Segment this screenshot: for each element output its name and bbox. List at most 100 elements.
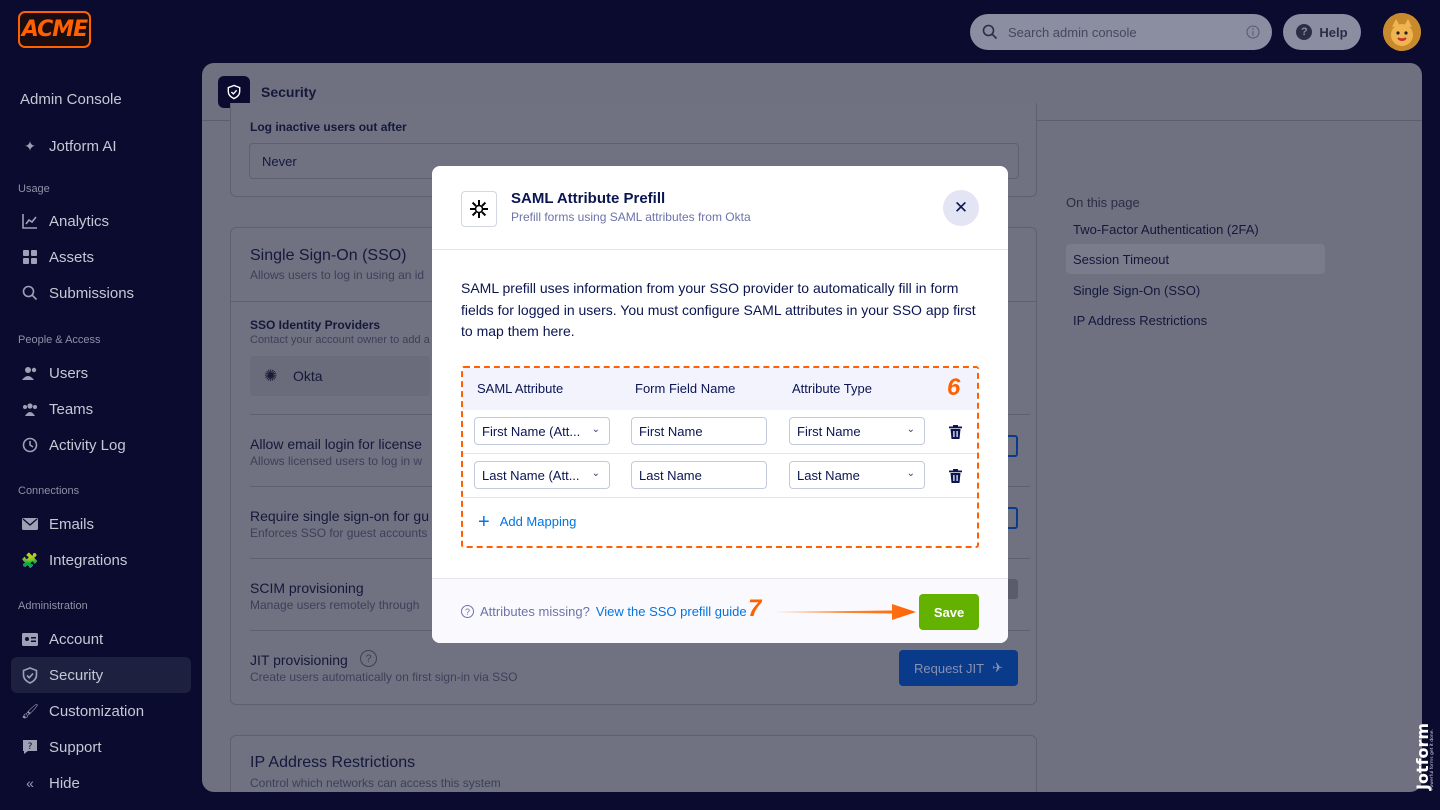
sidebar-item-analytics[interactable]: Analytics xyxy=(11,203,191,239)
sidebar-item-customization[interactable]: 🖌 Customization xyxy=(11,693,191,729)
page-title: Security xyxy=(261,83,317,100)
svg-text:?: ? xyxy=(28,742,33,752)
email-login-sub: Allows licensed users to log in w xyxy=(250,454,423,468)
column-attribute-type: Attribute Type xyxy=(792,381,872,396)
column-form-field-name: Form Field Name xyxy=(635,381,736,396)
attribute-type-select[interactable]: Last Name ⌄ xyxy=(789,461,925,489)
svg-text:Powerful forms get it done.: Powerful forms get it done. xyxy=(1429,729,1434,790)
add-mapping-button[interactable]: + Add Mapping xyxy=(478,510,576,533)
search-bar[interactable]: Search admin console xyxy=(970,14,1272,50)
send-icon: ✈ xyxy=(992,660,1003,675)
chevron-down-icon: ⌄ xyxy=(906,468,915,479)
sidebar-section-administration: Administration xyxy=(18,600,88,612)
okta-icon xyxy=(461,191,497,227)
sidebar-item-integrations[interactable]: 🧩 Integrations xyxy=(11,542,191,578)
help-chat-icon: ? xyxy=(21,738,39,756)
trash-icon[interactable] xyxy=(949,425,962,439)
table-row: First Name (Att... ⌄ First Name First Nam… xyxy=(463,410,977,454)
chevron-down-icon: ⌄ xyxy=(591,468,600,479)
saml-attribute-select[interactable]: Last Name (Att... ⌄ xyxy=(474,461,610,489)
modal-footer: ? Attributes missing? View the SSO prefi… xyxy=(432,578,1008,643)
sidebar-item-users[interactable]: Users xyxy=(11,355,191,391)
require-sso-sub: Enforces SSO for guest accounts xyxy=(250,526,428,540)
mapping-table: SAML Attribute Form Field Name Attribute… xyxy=(461,366,979,548)
on-this-page-link-ip[interactable]: IP Address Restrictions xyxy=(1073,313,1207,328)
sidebar-item-emails[interactable]: Emails xyxy=(11,506,191,542)
sidebar-item-account[interactable]: Account xyxy=(11,621,191,657)
search-input[interactable]: Search admin console xyxy=(1008,25,1246,40)
modal-title: SAML Attribute Prefill xyxy=(511,190,666,207)
okta-icon: ✺ xyxy=(264,368,278,385)
modal-header: SAML Attribute Prefill Prefill forms usi… xyxy=(432,166,1008,250)
plus-icon: + xyxy=(478,510,490,533)
on-this-page-heading: On this page xyxy=(1066,195,1140,210)
sso-providers-label: SSO Identity Providers xyxy=(250,318,381,332)
sidebar-section-people: People & Access xyxy=(18,334,101,346)
sidebar-item-support[interactable]: ? Support xyxy=(11,729,191,765)
saml-prefill-modal: SAML Attribute Prefill Prefill forms usi… xyxy=(432,166,1008,643)
question-icon: ? xyxy=(1296,24,1313,40)
email-login-title: Allow email login for license xyxy=(250,436,422,452)
form-field-input[interactable]: Last Name xyxy=(631,461,767,489)
avatar[interactable] xyxy=(1383,13,1421,51)
okta-provider-row[interactable]: ✺ Okta xyxy=(250,356,430,396)
double-chevron-left-icon: « xyxy=(26,775,34,791)
require-sso-title: Require single sign-on for gu xyxy=(250,508,429,524)
sidebar-hide-button[interactable]: « Hide xyxy=(11,765,191,801)
help-label: Help xyxy=(1319,24,1348,40)
sparkle-icon: ✦ xyxy=(24,137,36,154)
jit-title: JIT provisioning xyxy=(250,652,348,668)
jotform-watermark: Jotform Powerful forms get it done. xyxy=(1410,690,1435,795)
sidebar-section-usage: Usage xyxy=(18,183,50,195)
sidebar-item-assets[interactable]: Assets xyxy=(11,239,191,275)
history-icon xyxy=(21,436,39,454)
form-field-input[interactable]: First Name xyxy=(631,417,767,445)
grid-icon xyxy=(21,248,39,266)
trash-icon[interactable] xyxy=(949,469,962,483)
avatar-image xyxy=(1383,13,1421,51)
table-row: Last Name (Att... ⌄ Last Name Last Name ⌄ xyxy=(463,454,977,498)
ip-title: IP Address Restrictions xyxy=(250,754,416,771)
sidebar-title: Admin Console xyxy=(20,91,122,108)
sidebar-item-jotform-ai[interactable]: ✦ Jotform AI xyxy=(11,128,191,164)
help-button[interactable]: ? Help xyxy=(1283,14,1361,50)
info-icon[interactable] xyxy=(1246,25,1260,39)
acme-logo[interactable]: ACME xyxy=(18,11,91,48)
search-icon xyxy=(982,24,998,40)
mail-icon xyxy=(21,515,39,533)
sso-prefill-guide-link[interactable]: View the SSO prefill guide xyxy=(596,604,747,619)
scim-title: SCIM provisioning xyxy=(250,580,364,596)
table-header: SAML Attribute Form Field Name Attribute… xyxy=(463,368,977,410)
users-icon xyxy=(21,364,39,382)
teams-icon xyxy=(21,400,39,418)
jit-help-icon[interactable]: ? xyxy=(360,650,377,667)
sidebar-item-activity-log[interactable]: Activity Log xyxy=(11,427,191,463)
close-icon: ✕ xyxy=(953,198,969,217)
puzzle-icon: 🧩 xyxy=(21,551,39,568)
chart-icon xyxy=(21,212,39,230)
on-this-page-link-2fa[interactable]: Two-Factor Authentication (2FA) xyxy=(1073,222,1259,237)
save-button[interactable]: Save xyxy=(919,594,979,630)
session-timeout-label: Log inactive users out after xyxy=(250,120,407,134)
sidebar-item-teams[interactable]: Teams xyxy=(11,391,191,427)
scim-sub: Manage users remotely through xyxy=(250,598,420,612)
footer-help: ? Attributes missing? View the SSO prefi… xyxy=(461,604,747,619)
search-icon xyxy=(21,284,39,302)
sidebar-item-submissions[interactable]: Submissions xyxy=(11,275,191,311)
ip-subtitle: Control which networks can access this s… xyxy=(250,776,501,790)
step-marker-6: 6 xyxy=(947,374,961,401)
ip-card: IP Address Restrictions Control which ne… xyxy=(230,735,1037,792)
sidebar-item-security[interactable]: Security xyxy=(11,657,191,693)
saml-attribute-select[interactable]: First Name (Att... ⌄ xyxy=(474,417,610,445)
on-this-page-link-sso[interactable]: Single Sign-On (SSO) xyxy=(1073,283,1200,298)
arrow-annotation xyxy=(772,604,916,620)
request-jit-button[interactable]: Request JIT ✈ xyxy=(899,650,1018,686)
attribute-type-select[interactable]: First Name ⌄ xyxy=(789,417,925,445)
modal-subtitle: Prefill forms using SAML attributes from… xyxy=(511,210,751,224)
close-button[interactable]: ✕ xyxy=(943,190,979,226)
id-card-icon xyxy=(21,630,39,648)
on-this-page-link-session-timeout[interactable]: Session Timeout xyxy=(1073,252,1169,267)
jotform-logo: Jotform Powerful forms get it done. xyxy=(1413,723,1435,791)
chevron-down-icon: ⌄ xyxy=(591,424,600,435)
sidebar-section-connections: Connections xyxy=(18,485,80,497)
